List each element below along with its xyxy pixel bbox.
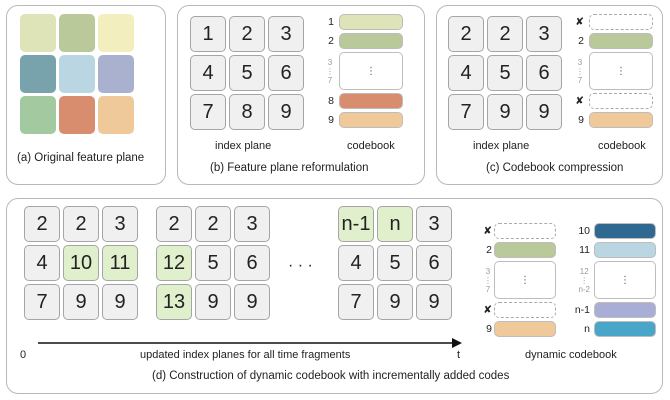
vertical-dots: ⋮ [580,275,589,285]
code-number: n [584,323,590,335]
code-slot [594,302,656,318]
code-number: 3 [485,266,491,276]
time-axis [38,338,462,348]
code-slot [594,242,656,258]
axis-start: 0 [20,349,27,361]
code-number: 7 [485,284,491,294]
code-number: 2 [486,244,492,256]
code-number: n-2 [578,284,590,294]
dynamic-codebook-left: ⋮ [494,223,556,337]
dynamic-right-numbers: 10 11 12 ⋮ n-2 n-1 n [568,223,590,337]
removed-code-icon: ✘ [483,304,492,316]
code-slot [594,321,656,337]
code-slot [594,223,656,239]
removed-code-slot [494,223,556,239]
dynamic-codebook-label: dynamic codebook [525,349,617,361]
code-slot [494,242,556,258]
axis-label: updated index planes for all time fragme… [140,349,351,361]
code-number-range: 12 ⋮ n-2 [578,261,590,299]
caption-d: (d) Construction of dynamic codebook wit… [152,370,510,382]
code-slot-ellipsis: ⋮ [494,261,556,299]
dynamic-codebook-right: ⋮ [594,223,656,337]
code-number: n-1 [574,304,590,316]
code-slot [494,321,556,337]
code-number: 10 [578,225,590,237]
code-number-range: 3 ⋮ 7 [484,261,492,299]
code-slot-ellipsis: ⋮ [594,261,656,299]
removed-code-slot [494,302,556,318]
vertical-dots: ⋮ [484,275,492,285]
axis-end: t [457,349,461,361]
removed-code-icon: ✘ [483,225,492,237]
dynamic-left-numbers: ✘ 2 3 ⋮ 7 ✘ 9 [478,223,492,337]
arrow-head-icon [452,338,462,348]
code-number: 12 [579,266,589,276]
code-number: 9 [486,323,492,335]
vertical-dots: ⋮ [620,274,630,286]
code-number: 11 [579,244,590,256]
vertical-dots: ⋮ [520,274,530,286]
